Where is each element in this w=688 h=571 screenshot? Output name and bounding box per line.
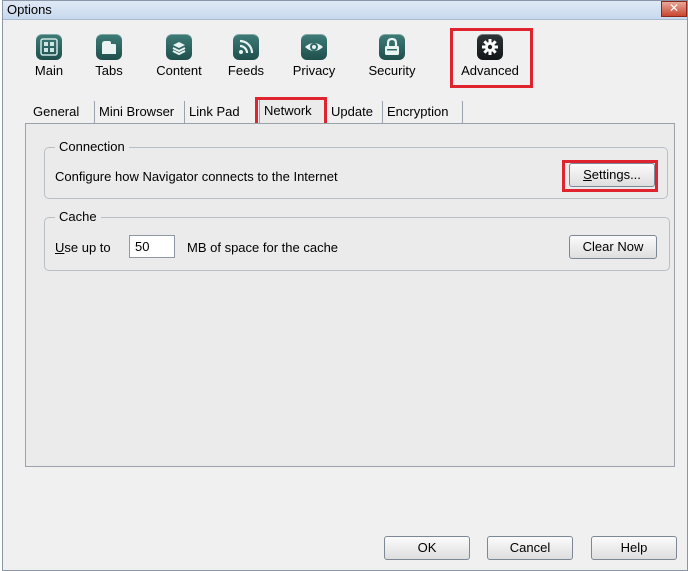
toolbar-content[interactable]: Content xyxy=(151,34,207,90)
security-icon xyxy=(379,34,405,60)
cache-legend: Cache xyxy=(55,209,101,224)
tab-update[interactable]: Update xyxy=(327,101,383,123)
toolbar-main-label: Main xyxy=(34,63,64,78)
network-tab-highlight xyxy=(255,97,327,126)
advanced-highlight xyxy=(450,28,533,88)
cache-suffix-label: MB of space for the cache xyxy=(187,240,339,255)
help-button[interactable]: Help xyxy=(591,536,677,560)
title-bar: Options ✕ xyxy=(3,1,687,20)
toolbar-feeds[interactable]: Feeds xyxy=(225,34,267,90)
tab-encryption[interactable]: Encryption xyxy=(383,101,463,123)
toolbar-security[interactable]: Security xyxy=(363,34,421,90)
cache-group: Cache Use up to 50 MB of space for the c… xyxy=(44,209,670,271)
tab-link-pad[interactable]: Link Pad xyxy=(185,101,257,123)
toolbar-privacy[interactable]: Privacy xyxy=(289,34,339,90)
connection-description: Configure how Navigator connects to the … xyxy=(55,169,338,184)
use-up-to-text: se up to xyxy=(64,240,111,255)
toolbar-content-label: Content xyxy=(156,63,202,78)
cancel-button[interactable]: Cancel xyxy=(487,536,573,560)
content-icon xyxy=(166,34,192,60)
feeds-icon xyxy=(233,34,259,60)
tab-mini-browser[interactable]: Mini Browser xyxy=(95,101,185,123)
privacy-icon xyxy=(301,34,327,60)
ok-button[interactable]: OK xyxy=(384,536,470,560)
window-title: Options xyxy=(7,2,52,17)
toolbar-privacy-label: Privacy xyxy=(292,63,336,78)
connection-legend: Connection xyxy=(55,139,129,154)
cache-size-input[interactable]: 50 xyxy=(129,235,175,258)
toolbar-security-label: Security xyxy=(368,63,416,78)
clear-now-button[interactable]: Clear Now xyxy=(569,235,657,259)
toolbar-tabs[interactable]: Tabs xyxy=(89,34,129,90)
use-up-to-label: Use up to xyxy=(55,240,111,255)
toolbar-main[interactable]: Main xyxy=(29,34,69,90)
close-button[interactable]: ✕ xyxy=(661,1,687,17)
main-icon xyxy=(36,34,62,60)
options-window: Options ✕ Main Tabs Content Feeds Privac… xyxy=(2,0,688,571)
use-up-to-accel: U xyxy=(55,240,65,255)
tabs-icon xyxy=(96,34,122,60)
category-toolbar: Main Tabs Content Feeds Privacy Security… xyxy=(3,20,687,90)
toolbar-feeds-label: Feeds xyxy=(227,63,265,78)
settings-highlight xyxy=(562,160,658,192)
toolbar-tabs-label: Tabs xyxy=(95,63,123,78)
tab-general[interactable]: General xyxy=(29,101,95,123)
